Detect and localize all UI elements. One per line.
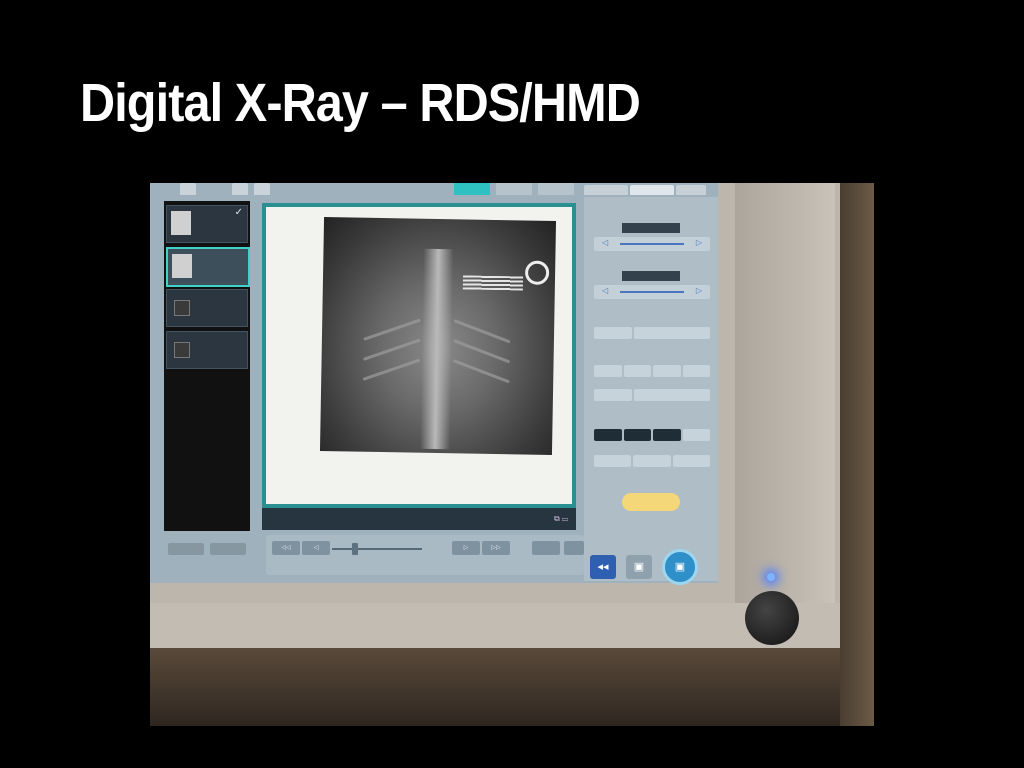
rewind-icon[interactable]: ◂◂	[590, 555, 616, 579]
image-slider-track[interactable]	[332, 548, 422, 550]
processing-button[interactable]	[623, 365, 651, 377]
processing-row	[594, 327, 710, 339]
thumbnail-item[interactable]	[166, 331, 248, 369]
layout-grid-button[interactable]	[538, 183, 574, 195]
processing-row	[594, 455, 710, 467]
processing-button[interactable]	[653, 365, 681, 377]
processing-toggle[interactable]	[653, 429, 681, 441]
power-knob[interactable]	[745, 591, 799, 645]
processing-button[interactable]	[682, 429, 710, 441]
tool-button[interactable]	[564, 541, 584, 555]
power-led-icon	[767, 573, 775, 581]
xray-app-screen: ✓ ⧉ ▭ ◁◁ ◁ ▷ ▷▷ ◁ ▷ ◁ ▷ ◂◂ ▣ ▣	[150, 183, 718, 585]
g-value-bar	[620, 291, 684, 293]
image-navigation-bar: ◁◁ ◁ ▷ ▷▷	[266, 535, 584, 575]
top-tabs	[180, 183, 270, 195]
processing-button[interactable]	[634, 389, 710, 401]
chest-xray-image	[319, 216, 557, 456]
next-image-button[interactable]: ▷	[452, 541, 480, 555]
xray-rib	[452, 359, 510, 384]
thumbnail-item[interactable]	[166, 289, 248, 327]
processing-toggle[interactable]	[594, 429, 622, 441]
info-bar-icons: ⧉ ▭	[553, 514, 568, 523]
thumbnail-image	[171, 211, 191, 235]
processing-button[interactable]	[594, 455, 632, 467]
monitor-bezel-right	[735, 183, 835, 648]
tab-acquisition[interactable]	[584, 185, 628, 195]
processing-button[interactable]	[634, 327, 710, 339]
layout-quad-button[interactable]	[496, 183, 532, 195]
thumbnail-image	[172, 254, 192, 278]
first-image-button[interactable]: ◁◁	[272, 541, 300, 555]
xray-marker-lines	[462, 275, 524, 291]
decrease-icon[interactable]: ◁	[602, 286, 608, 295]
tab-study[interactable]	[232, 183, 248, 195]
tool-button[interactable]	[532, 541, 560, 555]
prev-image-button[interactable]: ◁	[302, 541, 330, 555]
processing-row	[594, 429, 710, 441]
xray-rib	[453, 319, 511, 344]
xray-rib	[453, 339, 511, 364]
processing-button[interactable]	[682, 365, 710, 377]
thumbnail-image	[174, 300, 190, 316]
slide-title: Digital X-Ray – RDS/HMD	[80, 73, 641, 133]
last-image-button[interactable]: ▷▷	[482, 541, 510, 555]
monitor-bottom-bezel	[150, 603, 840, 648]
tab-output[interactable]	[676, 185, 706, 195]
patient-icon[interactable]: ▣	[626, 555, 652, 579]
xray-rib	[363, 318, 421, 341]
processing-button[interactable]	[672, 455, 710, 467]
layout-buttons	[454, 183, 574, 195]
background-edge	[840, 183, 874, 726]
sidebar-button-left[interactable]	[168, 543, 204, 555]
g-value-field[interactable]	[622, 271, 680, 281]
xray-rib	[362, 358, 421, 381]
image-viewer-canvas	[266, 207, 572, 504]
xray-orientation-marker	[524, 260, 550, 285]
g-value-adjuster[interactable]: ◁ ▷	[594, 285, 710, 299]
save-button[interactable]	[622, 493, 680, 511]
check-icon: ✓	[234, 207, 243, 218]
processing-button[interactable]	[594, 389, 632, 401]
monitor-photo: ✓ ⧉ ▭ ◁◁ ◁ ▷ ▷▷ ◁ ▷ ◁ ▷ ◂◂ ▣ ▣	[150, 183, 874, 726]
s-value-bar	[620, 243, 684, 245]
s-value-adjuster[interactable]: ◁ ▷	[594, 237, 710, 251]
panel-bottom-buttons: ◂◂ ▣ ▣	[590, 549, 698, 585]
image-viewer[interactable]	[262, 203, 576, 508]
tab-image-processing[interactable]	[630, 185, 674, 195]
background-equipment	[150, 648, 874, 726]
thumbnail-item-selected[interactable]	[166, 247, 250, 287]
sidebar-buttons	[168, 543, 246, 555]
processing-button[interactable]	[594, 327, 632, 339]
processing-row	[594, 365, 710, 377]
processing-button[interactable]	[594, 365, 622, 377]
tab-worklist[interactable]	[180, 183, 196, 195]
tab-series[interactable]	[254, 183, 270, 195]
increase-icon[interactable]: ▷	[696, 238, 702, 247]
processing-toggle[interactable]	[623, 429, 651, 441]
xray-rib	[362, 338, 421, 361]
processing-row	[594, 389, 710, 401]
thumbnail-item[interactable]: ✓	[166, 205, 248, 243]
image-slider-thumb[interactable]	[352, 543, 358, 555]
image-processing-panel: ◁ ▷ ◁ ▷ ◂◂ ▣ ▣	[584, 197, 718, 585]
right-panel-tabs	[584, 185, 706, 195]
increase-icon[interactable]: ▷	[696, 286, 702, 295]
xray-spine	[420, 248, 454, 450]
layout-single-button[interactable]	[454, 183, 490, 195]
expose-icon[interactable]: ▣	[662, 549, 698, 585]
processing-button[interactable]	[633, 455, 671, 467]
image-thumbnail-list: ✓	[164, 201, 250, 531]
decrease-icon[interactable]: ◁	[602, 238, 608, 247]
s-value-field[interactable]	[622, 223, 680, 233]
sidebar-button-right[interactable]	[210, 543, 246, 555]
image-info-bar: ⧉ ▭	[262, 508, 576, 530]
thumbnail-image	[174, 342, 190, 358]
